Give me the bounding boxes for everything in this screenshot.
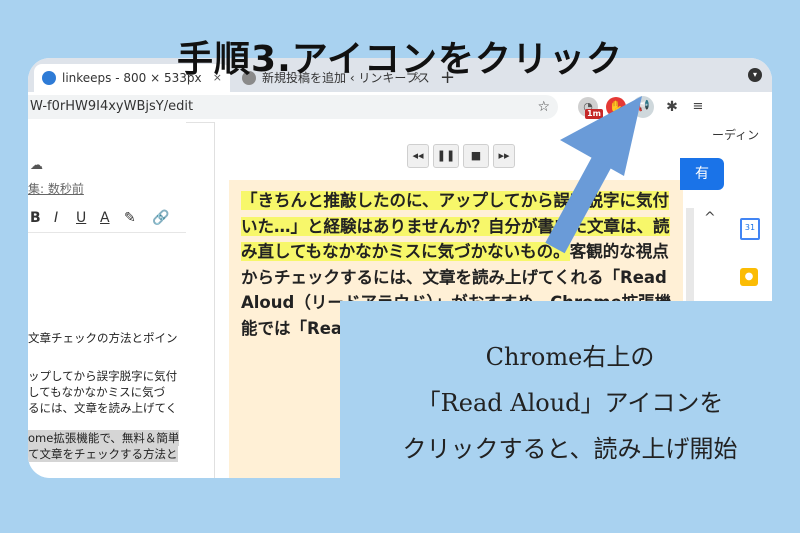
instruction-callout: Chrome右上の 「Read Aloud」アイコンを クリックすると、読み上げ…	[340, 301, 800, 479]
callout-line-1: Chrome右上の	[485, 343, 655, 371]
callout-line-2: 「Read Aloud」アイコンを	[416, 389, 724, 417]
callout-line-3: クリックすると、読み上げ開始	[402, 435, 738, 463]
